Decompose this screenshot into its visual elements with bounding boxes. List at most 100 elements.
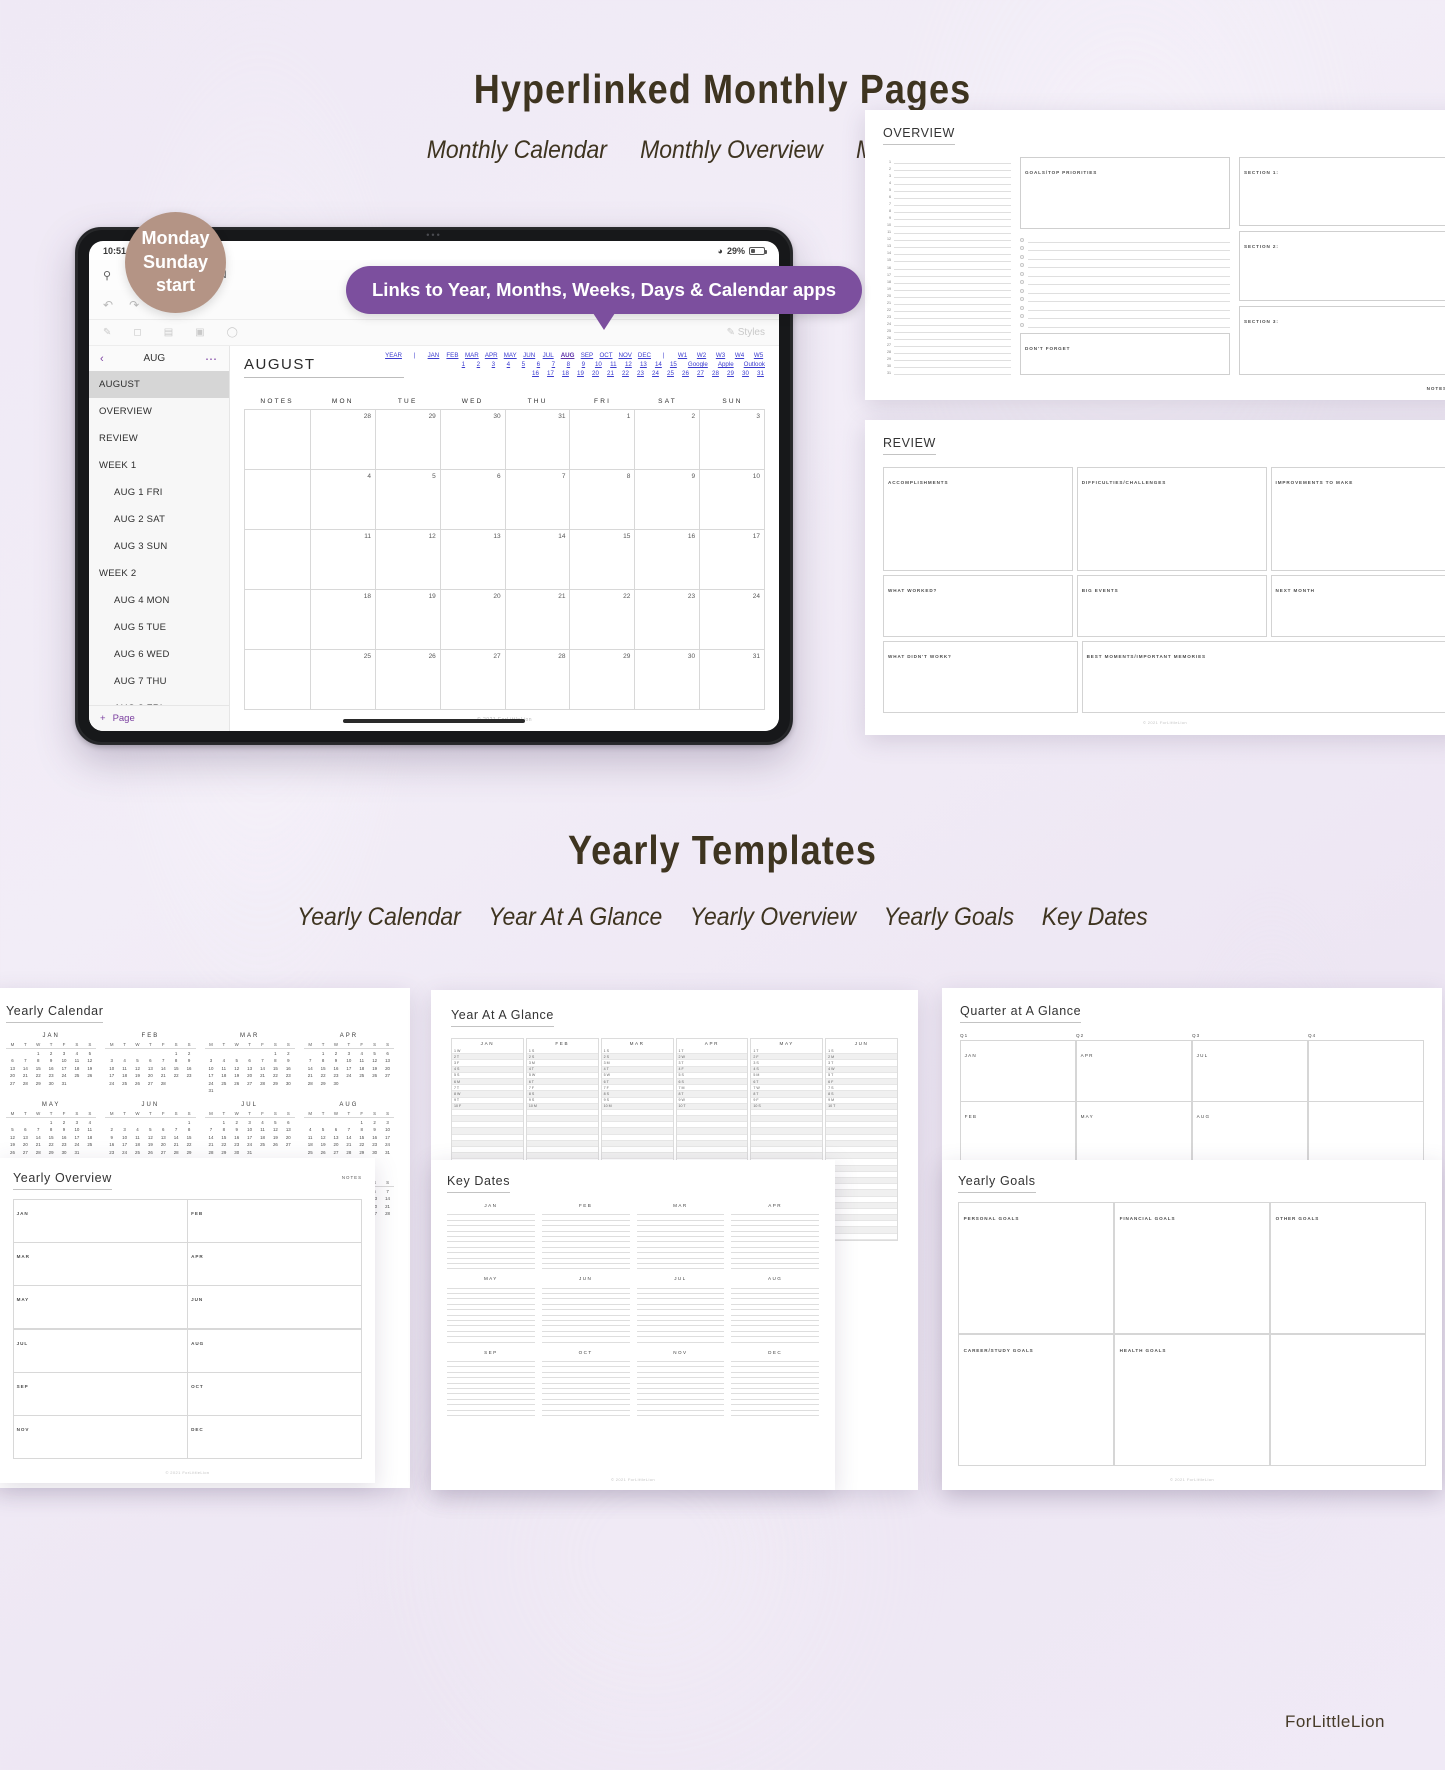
- overview-line-row[interactable]: 18: [883, 277, 1011, 284]
- overview-line-row[interactable]: 11: [883, 227, 1011, 235]
- key-dates-month-jul[interactable]: JUL: [636, 1276, 725, 1343]
- calendar-day-cell[interactable]: 31: [505, 410, 571, 470]
- mini-day[interactable]: 25: [304, 1150, 317, 1155]
- mini-day[interactable]: 28: [19, 1081, 32, 1086]
- yearly-goals-grid[interactable]: PERSONAL GOALS FINANCIAL GOALS OTHER GOALS…: [957, 1201, 1427, 1467]
- calendar-day-cell[interactable]: 1: [570, 410, 636, 470]
- mini-day[interactable]: 16: [45, 1066, 58, 1071]
- mini-day[interactable]: 15: [269, 1066, 282, 1071]
- calendar-day-cell[interactable]: 17: [700, 530, 765, 590]
- calendar-day-cell[interactable]: 26: [375, 650, 441, 710]
- checkbox-icon[interactable]: [1020, 280, 1024, 284]
- mini-day[interactable]: 13: [157, 1135, 170, 1140]
- calendar-day-cell[interactable]: 24: [700, 590, 765, 650]
- overview-line-row[interactable]: 16: [883, 262, 1011, 270]
- mini-day[interactable]: 10: [105, 1066, 118, 1071]
- insert-icon[interactable]: ▣: [195, 327, 204, 338]
- mini-day[interactable]: 12: [144, 1135, 157, 1140]
- styles-icon[interactable]: ✎ Styles: [727, 327, 765, 338]
- key-dates-write-line[interactable]: [541, 1264, 630, 1270]
- calendar-day-cell[interactable]: 8: [570, 470, 636, 530]
- mini-day[interactable]: 19: [6, 1142, 19, 1147]
- mini-day[interactable]: 2: [183, 1051, 196, 1056]
- improvements-box[interactable]: IMPROVEMENTS TO MAKE: [1270, 467, 1445, 571]
- mini-day[interactable]: 22: [45, 1142, 58, 1147]
- checkbox-icon[interactable]: [1020, 305, 1024, 310]
- mini-day[interactable]: 29: [217, 1150, 230, 1155]
- hyperlink-day-8[interactable]: 8: [564, 361, 573, 370]
- mini-day[interactable]: 29: [32, 1081, 45, 1086]
- overview-numbered-lines[interactable]: 1 2 3 4 5 6 7 8 9 10 11 12 13 14 15 16 17 18 19 20 21 22 23 24 2…: [883, 157, 1011, 375]
- mini-day[interactable]: 27: [157, 1150, 170, 1155]
- mini-day[interactable]: 1: [317, 1051, 330, 1056]
- mini-day[interactable]: 15: [32, 1066, 45, 1071]
- mini-day[interactable]: 3: [243, 1120, 256, 1125]
- hyperlink-day-26[interactable]: 26: [681, 370, 690, 379]
- mini-day[interactable]: 1: [32, 1051, 45, 1056]
- yearly-overview-month-jan[interactable]: JAN: [12, 1198, 188, 1243]
- hyperlink-w1[interactable]: W1: [676, 352, 689, 361]
- mini-day[interactable]: 28: [205, 1150, 218, 1155]
- mini-day[interactable]: 12: [368, 1058, 381, 1063]
- mini-day[interactable]: 18: [83, 1135, 96, 1140]
- calendar-day-cell[interactable]: 4: [311, 470, 376, 530]
- mini-day[interactable]: 15: [45, 1135, 58, 1140]
- overview-line-row[interactable]: 26: [883, 333, 1011, 340]
- mini-day[interactable]: 2: [45, 1051, 58, 1056]
- mini-month-days[interactable]: 1234567891011121314151617181920212223242…: [6, 1051, 96, 1086]
- mini-day[interactable]: 17: [58, 1066, 71, 1071]
- mini-day[interactable]: 7: [381, 1189, 394, 1194]
- sidebar-item-list[interactable]: AUGUST OVERVIEW REVIEW WEEK 1 AUG 1 FRI AUG 2…: [89, 371, 229, 705]
- calendar-day-cell[interactable]: 3: [700, 410, 765, 470]
- mini-day[interactable]: 5: [269, 1120, 282, 1125]
- mini-day[interactable]: 26: [269, 1142, 282, 1147]
- overview-line-row[interactable]: 15: [883, 255, 1011, 263]
- key-dates-write-line[interactable]: [447, 1264, 535, 1270]
- mini-day[interactable]: 15: [355, 1135, 368, 1140]
- key-dates-month-apr[interactable]: APR: [731, 1203, 819, 1270]
- calendar-day-cell[interactable]: 20: [440, 590, 506, 650]
- sidebar-item-aug-1-fri[interactable]: AUG 1 FRI: [89, 479, 229, 506]
- checkbox-icon[interactable]: [1020, 322, 1024, 327]
- checkbox-icon[interactable]: [1020, 297, 1024, 301]
- mini-day[interactable]: 28: [32, 1150, 45, 1155]
- overview-line-row[interactable]: 27: [883, 340, 1011, 347]
- mini-month-apr[interactable]: APR M T W T F S S 1 2 3 4 5 6 7 8 9 10 11 12 13 14 15 16 17 18 19 2…: [303, 1033, 394, 1093]
- mini-day[interactable]: 28: [256, 1081, 269, 1086]
- mini-day[interactable]: 21: [304, 1073, 317, 1078]
- mini-day[interactable]: 26: [317, 1150, 330, 1155]
- mini-day[interactable]: 9: [330, 1058, 343, 1063]
- mini-day[interactable]: 13: [19, 1135, 32, 1140]
- overview-line-row[interactable]: 10: [883, 220, 1011, 228]
- hyperlink-oct[interactable]: OCT: [599, 352, 612, 361]
- hyperlink-nov[interactable]: NOV: [619, 352, 632, 361]
- mini-day[interactable]: 23: [183, 1073, 196, 1078]
- yearly-overview-month-mar[interactable]: MAR: [12, 1241, 188, 1286]
- overview-line-row[interactable]: 2: [883, 164, 1011, 172]
- overview-line-row[interactable]: 14: [883, 248, 1011, 256]
- overview-line-row[interactable]: 23: [883, 312, 1011, 319]
- mini-day[interactable]: 14: [170, 1135, 183, 1140]
- goal-cell[interactable]: OTHER GOALS: [1269, 1201, 1427, 1335]
- goal-cell[interactable]: CAREER/STUDY GOALS: [957, 1333, 1115, 1467]
- hyperlink-day-20[interactable]: 20: [591, 370, 600, 379]
- mini-day[interactable]: 1: [170, 1051, 183, 1056]
- mini-day[interactable]: 6: [19, 1127, 32, 1132]
- mini-day[interactable]: 9: [58, 1127, 71, 1132]
- key-dates-write-line[interactable]: [541, 1337, 630, 1343]
- key-dates-month-sep[interactable]: SEP: [447, 1350, 535, 1416]
- mini-month-jun[interactable]: JUN M T W T F S S 1 2 3 4 5 6 7 8 9 10 11 12 13 14 15 16 17 18 19 2…: [105, 1102, 196, 1162]
- calendar-day-cell[interactable]: 31: [700, 650, 765, 710]
- calendar-day-cell[interactable]: 30: [440, 410, 506, 470]
- overview-checklist-row[interactable]: [1020, 268, 1230, 277]
- mini-day[interactable]: 26: [368, 1073, 381, 1078]
- quarter-month-cell[interactable]: [1307, 1039, 1425, 1102]
- hyperlink-day-3[interactable]: 3: [489, 361, 498, 370]
- mini-day[interactable]: 1: [45, 1120, 58, 1125]
- quarter-month-cell[interactable]: FEB: [959, 1100, 1077, 1163]
- mini-day[interactable]: 12: [83, 1058, 96, 1063]
- mini-day[interactable]: 30: [330, 1081, 343, 1086]
- hyperlink-day-25[interactable]: 25: [666, 370, 675, 379]
- text-icon[interactable]: ▤: [164, 327, 173, 338]
- mini-day[interactable]: 15: [170, 1066, 183, 1071]
